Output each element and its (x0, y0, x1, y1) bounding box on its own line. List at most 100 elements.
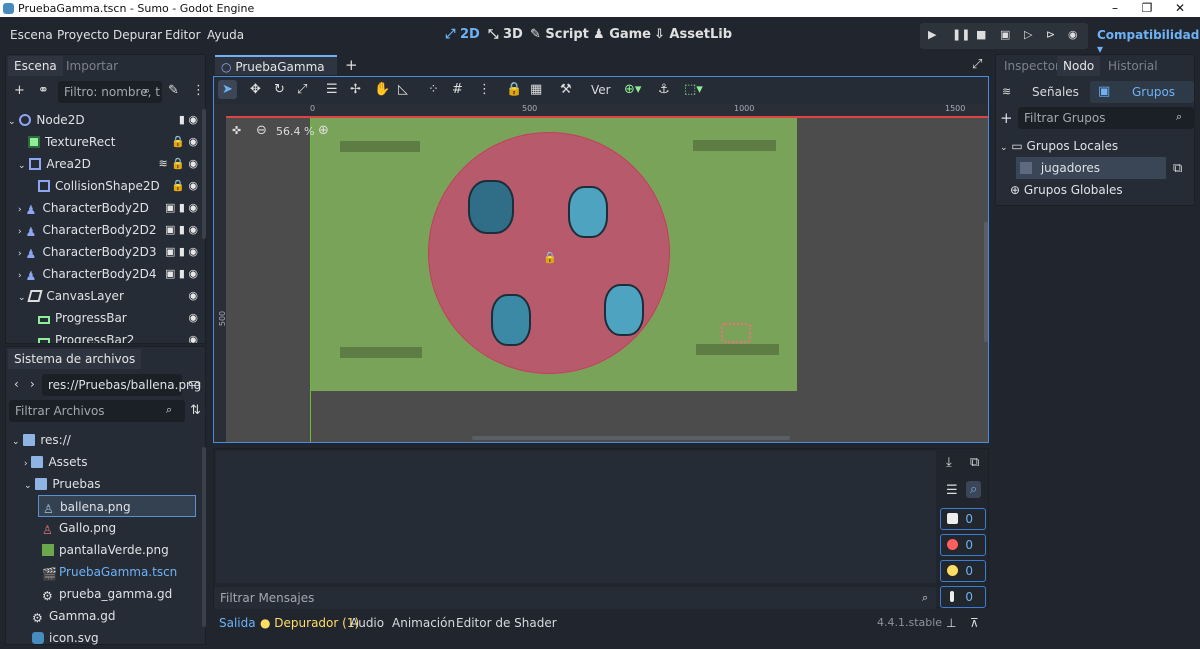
workspace-2d[interactable]: ⤢ 2D (445, 27, 480, 42)
distraction-free-icon[interactable]: ⤢ (972, 57, 982, 72)
tab-salida[interactable]: Salida (219, 616, 256, 630)
add-scene-tab-icon[interactable]: + (345, 56, 358, 74)
tree-node-canvaslayer[interactable]: ⌄ CanvasLayer ◉ (8, 285, 198, 307)
anchor-icon[interactable]: ⚓ (658, 82, 670, 97)
zoom-level[interactable]: 56.4 % (276, 125, 314, 138)
tab-historial[interactable]: Historial (1102, 56, 1164, 76)
log-counter-errors[interactable]: 0 (940, 534, 986, 556)
message-filter-input[interactable]: Filtrar Mensajes (214, 587, 936, 609)
node-actions[interactable]: ◉ (188, 307, 198, 329)
copy-output-icon[interactable]: ⧉ (970, 455, 979, 470)
file-filter-input[interactable]: Filtrar Archivos (9, 400, 185, 422)
forward-icon[interactable]: › (30, 377, 35, 391)
view-menu[interactable]: Ver (591, 83, 611, 97)
workspace-game[interactable]: ♟ Game (593, 27, 651, 42)
node-actions[interactable]: ◉ (188, 285, 198, 307)
workspace-3d[interactable]: ⤡ 3D (488, 27, 523, 42)
collapse-icon[interactable]: ☰ (946, 483, 958, 498)
file-item-assets[interactable]: › Assets (24, 451, 88, 473)
local-groups-header[interactable]: ⌄ ▭ Grupos Locales (1000, 135, 1118, 157)
vertical-scrollbar[interactable] (984, 222, 988, 342)
add-icon[interactable]: ⊕▾ (624, 82, 641, 97)
clear-output-icon[interactable]: ⤓ (946, 455, 952, 470)
tab-shader-editor[interactable]: Editor de Shader (456, 616, 557, 630)
player-sprite[interactable] (568, 186, 608, 238)
group-item-jugadores[interactable]: jugadores (1016, 157, 1166, 179)
copy-icon[interactable]: ⧉ (1173, 161, 1182, 176)
tree-node-collisionshape2d[interactable]: CollisionShape2D 🔒 ◉ (8, 175, 198, 197)
maximize-icon[interactable]: ❐ (1137, 1, 1157, 15)
play-custom-icon[interactable]: ▷ (1024, 28, 1032, 41)
search-toggle-icon[interactable]: ⌕ (966, 481, 982, 498)
smart-snap-icon[interactable]: ⁘ (428, 82, 439, 97)
workspace-script[interactable]: ✎ Script (530, 27, 589, 42)
tab-inspector[interactable]: Inspector (998, 56, 1066, 76)
file-item-res[interactable]: ⌄ res:// (12, 429, 71, 451)
node-actions[interactable]: ≋ 🔒 ◉ (158, 153, 198, 175)
tree-node-progressbar2[interactable]: ProgressBar2 ◉ (8, 329, 198, 343)
beetle-sprite[interactable] (468, 180, 514, 234)
tree-node-characterbody2d4[interactable]: › ♟ CharacterBody2D4 ▣ ▮ ◉ (8, 263, 198, 285)
node-actions[interactable]: ▮ ◉ (179, 109, 198, 131)
menu-depurar[interactable]: Depurar (113, 28, 162, 42)
menu-ayuda[interactable]: Ayuda (207, 28, 244, 42)
list-select-icon[interactable]: ☰ (326, 82, 338, 97)
file-item-pantallaverde[interactable]: pantallaVerde.png (42, 539, 169, 561)
more-options-icon[interactable]: ⋮ (192, 83, 205, 98)
tab-nodo[interactable]: Nodo (1057, 56, 1101, 76)
node-actions[interactable]: ▣ ▮ ◉ (165, 219, 198, 241)
tab-audio[interactable]: Audio (350, 616, 384, 630)
link-icon[interactable]: ⚭ (38, 83, 49, 98)
back-icon[interactable]: ‹ (14, 377, 19, 391)
script-attach-icon[interactable]: ✎ (168, 83, 179, 98)
workspace-assetlib[interactable]: ⇩ AssetLib (654, 27, 732, 42)
scene-tree-scrollbar[interactable] (202, 109, 206, 239)
file-item-prueba-gamma-gd[interactable]: ⚙ prueba_gamma.gd (42, 583, 172, 605)
bone-icon[interactable]: ⚒ (560, 82, 572, 97)
tab-depurador[interactable]: ● Depurador (1) (260, 616, 359, 630)
horizontal-scrollbar[interactable] (472, 436, 790, 440)
move-tool-icon[interactable]: ✥ (250, 82, 261, 97)
group-filter-input[interactable]: Filtrar Grupos (1018, 107, 1194, 129)
pin-icon[interactable]: ⊥ (946, 616, 956, 630)
file-item-pruebas[interactable]: ⌄ Pruebas (24, 473, 101, 495)
ruler-tool-icon[interactable]: ◺ (398, 82, 408, 97)
tree-node-characterbody2d3[interactable]: › ♟ CharacterBody2D3 ▣ ▮ ◉ (8, 241, 198, 263)
tab-animacion[interactable]: Animación (392, 616, 455, 630)
add-node-icon[interactable]: + (14, 83, 25, 98)
tab-escena[interactable]: Escena (8, 56, 63, 76)
movie-maker-icon[interactable]: ◉ (1068, 28, 1078, 41)
rotate-tool-icon[interactable]: ↻ (274, 82, 285, 97)
checkbox-icon[interactable] (1020, 162, 1032, 174)
lock-icon[interactable]: 🔒 (506, 82, 522, 97)
add-group-icon[interactable]: + (1000, 109, 1013, 127)
tree-node-characterbody2d2[interactable]: › ♟ CharacterBody2D2 ▣ ▮ ◉ (8, 219, 198, 241)
filesystem-scrollbar[interactable] (202, 447, 206, 627)
player-sprite[interactable] (491, 294, 531, 346)
split-view-icon[interactable]: ▭ (188, 376, 200, 391)
canvas-viewport[interactable]: 0 500 1000 1500 500 🔒 ✜ ⊖ 56.4 % ⊕ (213, 104, 989, 443)
path-field[interactable]: res://Pruebas/ballena.png (42, 374, 201, 396)
node-actions[interactable]: ▣ ▮ ◉ (165, 241, 198, 263)
tab-importar[interactable]: Importar (60, 56, 124, 76)
tab-pruebagamma[interactable]: ○ PruebaGamma ✕ (215, 55, 337, 94)
minimize-icon[interactable]: – (1105, 1, 1125, 15)
expand-panel-icon[interactable]: ⊼ (970, 616, 979, 630)
log-counter-warnings[interactable]: 0 (940, 560, 986, 582)
grid-snap-icon[interactable]: # (452, 82, 463, 97)
tree-node-node2d[interactable]: ⌄ Node2D ▮ ◉ (8, 109, 198, 131)
zoom-in-icon[interactable]: ⊕ (318, 123, 329, 138)
tree-node-progressbar[interactable]: ProgressBar ◉ (8, 307, 198, 329)
tree-node-area2d[interactable]: ⌄ Area2D ≋ 🔒 ◉ (8, 153, 198, 175)
tab-filesystem[interactable]: Sistema de archivos (8, 349, 142, 369)
file-item-ballena[interactable]: ♙ ballena.png (38, 495, 196, 517)
menu-proyecto[interactable]: Proyecto (57, 28, 109, 42)
tree-node-characterbody2d[interactable]: › ♟ CharacterBody2D ▣ ▮ ◉ (8, 197, 198, 219)
play-icon[interactable]: ▶ (928, 28, 936, 41)
player-sprite[interactable] (604, 284, 644, 336)
play-scene-icon[interactable]: ⊳ (1046, 28, 1055, 41)
pivot-tool-icon[interactable]: ✢ (350, 82, 361, 97)
renderer-selector[interactable]: Compatibilidad ▾ (1097, 28, 1200, 56)
tab-senales[interactable]: Señales (1032, 85, 1079, 99)
close-icon[interactable]: ✕ (1170, 1, 1190, 15)
